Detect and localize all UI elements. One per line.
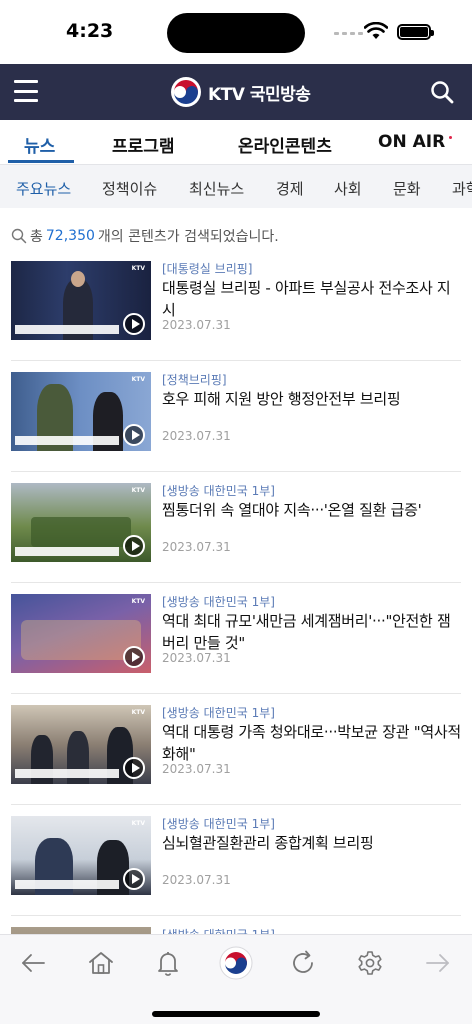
- news-item[interactable]: KTV [생방송 대한민국 1부] 역대 최대 규모'새만금 세계잼버리'···…: [0, 583, 472, 694]
- dynamic-island: [167, 13, 305, 53]
- status-time: 4:23: [66, 20, 114, 42]
- back-arrow-icon[interactable]: [19, 949, 47, 977]
- bell-icon[interactable]: [154, 949, 182, 977]
- news-item[interactable]: KTV [대통령실 브리핑] 대통령실 브리핑 - 아파트 부실공사 전수조사 …: [0, 250, 472, 361]
- menu-icon[interactable]: [14, 80, 38, 102]
- search-result-count: 총 72,350 개의 콘텐츠가 검색되었습니다.: [11, 226, 279, 246]
- bottom-toolbar: [0, 934, 472, 1024]
- news-date: 2023.07.31: [162, 873, 231, 887]
- main-tab-bar: 뉴스 프로그램 온라인콘텐츠 ON AIR: [0, 120, 472, 164]
- news-item[interactable]: KTV [생방송 대한민국 1부] 역대 대통령 가족 청와대로···박보균 장…: [0, 694, 472, 805]
- tab-on-air-label: ON AIR: [378, 132, 446, 152]
- gear-icon[interactable]: [356, 949, 384, 977]
- news-thumbnail[interactable]: KTV: [11, 816, 151, 895]
- logo-text: KTV 국민방송: [208, 84, 311, 105]
- play-icon[interactable]: [123, 313, 145, 335]
- subtab-latest-news[interactable]: 최신뉴스: [189, 178, 244, 199]
- search-icon: [11, 228, 27, 244]
- live-dot-icon: [449, 136, 453, 139]
- news-category: [정책브리핑]: [162, 373, 227, 387]
- news-title[interactable]: 호우 피해 지원 방안 행정안전부 브리핑: [162, 388, 462, 410]
- news-title[interactable]: 찜통더위 속 열대야 지속···'온열 질환 급증': [162, 499, 462, 521]
- subtab-economy[interactable]: 경제: [276, 178, 304, 199]
- cellular-signal-icon: [334, 32, 363, 35]
- active-tab-indicator: [8, 160, 74, 163]
- news-category: [생방송 대한민국 1부]: [162, 706, 275, 720]
- news-date: 2023.07.31: [162, 429, 231, 443]
- subtab-policy-issues[interactable]: 정책이슈: [102, 178, 157, 199]
- home-indicator: [152, 1011, 320, 1017]
- news-thumbnail[interactable]: KTV: [11, 483, 151, 562]
- news-date: 2023.07.31: [162, 540, 231, 554]
- news-title[interactable]: 역대 대통령 가족 청와대로···박보균 장관 "역사적 화해": [162, 721, 462, 765]
- tab-on-air[interactable]: ON AIR: [378, 132, 453, 152]
- tab-news[interactable]: 뉴스: [24, 132, 55, 157]
- sub-tab-bar: 주요뉴스 정책이슈 최신뉴스 경제 사회 문화 과학: [0, 164, 472, 208]
- news-title[interactable]: 대통령실 브리핑 - 아파트 부실공사 전수조사 지시: [162, 277, 462, 321]
- ktv-logo[interactable]: KTV 국민방송: [170, 76, 311, 108]
- news-category: [생방송 대한민국 1부]: [162, 484, 275, 498]
- wifi-icon: [364, 22, 388, 39]
- subtab-science[interactable]: 과학: [452, 178, 472, 199]
- refresh-icon[interactable]: [289, 949, 317, 977]
- news-title[interactable]: 심뇌혈관질환관리 종합계획 브리핑: [162, 832, 462, 854]
- news-category: [생방송 대한민국 1부]: [162, 595, 275, 609]
- news-item[interactable]: KTV [생방송 대한민국 1부] 심뇌혈관질환관리 종합계획 브리핑 2023…: [0, 805, 472, 916]
- result-prefix: 총: [30, 229, 43, 245]
- tab-online-contents[interactable]: 온라인콘텐츠: [238, 132, 332, 157]
- news-item[interactable]: KTV [생방송 대한민국 1부] 찜통더위 속 열대야 지속···'온열 질환…: [0, 472, 472, 583]
- subtab-headlines[interactable]: 주요뉴스: [16, 178, 71, 199]
- tab-programs[interactable]: 프로그램: [112, 132, 175, 157]
- news-category: [생방송 대한민국 1부]: [162, 817, 275, 831]
- news-date: 2023.07.31: [162, 762, 231, 776]
- result-count-number: 72,350: [45, 228, 95, 244]
- status-bar: 4:23: [0, 0, 472, 64]
- news-date: 2023.07.31: [162, 651, 231, 665]
- play-icon[interactable]: [123, 757, 145, 779]
- news-thumbnail[interactable]: KTV: [11, 261, 151, 340]
- home-icon[interactable]: [87, 949, 115, 977]
- ktv-emblem-icon[interactable]: [219, 946, 253, 980]
- search-icon[interactable]: [430, 80, 454, 104]
- news-title[interactable]: 역대 최대 규모'새만금 세계잼버리'···"안전한 잼버리 만들 것": [162, 610, 462, 654]
- battery-icon: [397, 24, 434, 40]
- news-category: [대통령실 브리핑]: [162, 262, 253, 276]
- forward-arrow-icon[interactable]: [424, 949, 452, 977]
- play-icon[interactable]: [123, 646, 145, 668]
- subtab-culture[interactable]: 문화: [393, 178, 421, 199]
- subtab-society[interactable]: 사회: [334, 178, 362, 199]
- news-date: 2023.07.31: [162, 318, 231, 332]
- result-suffix: 개의 콘텐츠가 검색되었습니다.: [97, 229, 279, 245]
- play-icon[interactable]: [123, 535, 145, 557]
- app-header: KTV 국민방송: [0, 64, 472, 120]
- news-item[interactable]: KTV [정책브리핑] 호우 피해 지원 방안 행정안전부 브리핑 2023.0…: [0, 361, 472, 472]
- news-thumbnail[interactable]: KTV: [11, 594, 151, 673]
- play-icon[interactable]: [123, 868, 145, 890]
- ktv-emblem-icon: [171, 77, 201, 107]
- news-thumbnail[interactable]: KTV: [11, 372, 151, 451]
- news-thumbnail[interactable]: KTV: [11, 705, 151, 784]
- play-icon[interactable]: [123, 424, 145, 446]
